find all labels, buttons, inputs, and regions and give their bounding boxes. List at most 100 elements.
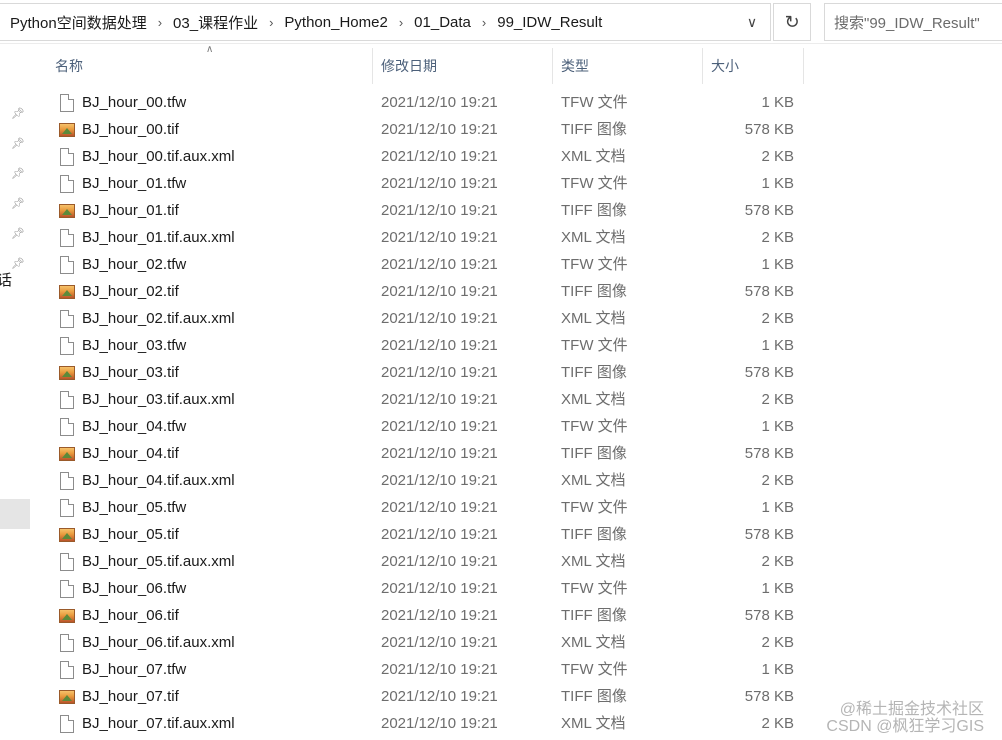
file-name: BJ_hour_02.tif.aux.xml xyxy=(82,310,235,327)
column-header-size[interactable]: 大小 xyxy=(704,48,804,84)
breadcrumb-item[interactable]: 01_Data xyxy=(414,14,471,31)
file-row[interactable]: BJ_hour_03.tfw 2021/12/10 19:21 TFW 文件 1 KB xyxy=(48,332,808,359)
pin-icon[interactable]: 📌︎ xyxy=(11,197,25,211)
chevron-down-icon[interactable]: ∨ xyxy=(734,4,770,40)
file-row[interactable]: BJ_hour_01.tif 2021/12/10 19:21 TIFF 图像 578… xyxy=(48,197,808,224)
pin-icon[interactable]: 📌︎ xyxy=(11,257,25,271)
file-row[interactable]: BJ_hour_02.tif 2021/12/10 19:21 TIFF 图像 578… xyxy=(48,278,808,305)
file-row[interactable]: BJ_hour_00.tfw 2021/12/10 19:21 TFW 文件 1 KB xyxy=(48,89,808,116)
file-row[interactable]: BJ_hour_04.tif 2021/12/10 19:21 TIFF 图像 578… xyxy=(48,440,808,467)
chevron-right-icon[interactable]: › xyxy=(158,15,162,30)
nav-item-selected[interactable] xyxy=(0,499,30,529)
file-row[interactable]: BJ_hour_00.tif.aux.xml 2021/12/10 19:21 XM… xyxy=(48,143,808,170)
chevron-right-icon[interactable]: › xyxy=(482,15,486,30)
address-bar: Python空间数据处理 › 03_课程作业 › Python_Home2 › 01_Dat… xyxy=(0,0,1002,44)
file-modified-date: 2021/12/10 19:21 xyxy=(381,445,498,462)
file-modified-date: 2021/12/10 19:21 xyxy=(381,310,498,327)
file-type: XML 文档 xyxy=(561,310,626,327)
file-modified-date: 2021/12/10 19:21 xyxy=(381,148,498,165)
file-modified-date: 2021/12/10 19:21 xyxy=(381,472,498,489)
file-modified-date: 2021/12/10 19:21 xyxy=(381,256,498,273)
breadcrumb-item[interactable]: Python_Home2 xyxy=(284,14,387,31)
file-row[interactable]: BJ_hour_02.tif.aux.xml 2021/12/10 19:21 XM… xyxy=(48,305,808,332)
refresh-button[interactable]: ↻ xyxy=(773,3,811,41)
column-header-type[interactable]: 类型 xyxy=(554,48,703,84)
file-row[interactable]: BJ_hour_03.tif.aux.xml 2021/12/10 19:21 XM… xyxy=(48,386,808,413)
file-row[interactable]: BJ_hour_07.tfw 2021/12/10 19:21 TFW 文件 1 KB xyxy=(48,656,808,683)
file-type: TFW 文件 xyxy=(561,337,628,354)
file-row[interactable]: BJ_hour_00.tif 2021/12/10 19:21 TIFF 图像 578… xyxy=(48,116,808,143)
image-file-icon xyxy=(59,528,75,542)
document-file-icon xyxy=(60,148,74,166)
file-size: 1 KB xyxy=(761,175,794,192)
watermark-csdn: CSDN @枫狂学习GIS xyxy=(826,718,984,735)
file-type: TFW 文件 xyxy=(561,499,628,516)
file-row[interactable]: BJ_hour_05.tif.aux.xml 2021/12/10 19:21 XM… xyxy=(48,548,808,575)
file-row[interactable]: BJ_hour_02.tfw 2021/12/10 19:21 TFW 文件 1 KB xyxy=(48,251,808,278)
file-modified-date: 2021/12/10 19:21 xyxy=(381,715,498,732)
file-row[interactable]: BJ_hour_01.tfw 2021/12/10 19:21 TFW 文件 1 KB xyxy=(48,170,808,197)
file-size: 2 KB xyxy=(761,310,794,327)
pin-icon[interactable]: 📌︎ xyxy=(11,137,25,151)
document-file-icon xyxy=(60,580,74,598)
file-name: BJ_hour_06.tif.aux.xml xyxy=(82,634,235,651)
document-file-icon xyxy=(60,229,74,247)
column-header-date[interactable]: 修改日期 xyxy=(374,48,553,84)
navigation-pane: 📌︎ 📌︎ 📌︎ 📌︎ 📌︎ 📌︎ 话 xyxy=(0,44,30,740)
breadcrumb-item[interactable]: 99_IDW_Result xyxy=(497,14,602,31)
image-file-icon xyxy=(59,690,75,704)
file-row[interactable]: BJ_hour_07.tif 2021/12/10 19:21 TIFF 图像 578… xyxy=(48,683,808,710)
file-type: TFW 文件 xyxy=(561,418,628,435)
breadcrumb[interactable]: Python空间数据处理 › 03_课程作业 › Python_Home2 › 01_Dat… xyxy=(0,3,771,41)
file-name: BJ_hour_01.tif.aux.xml xyxy=(82,229,235,246)
document-file-icon xyxy=(60,418,74,436)
file-size: 1 KB xyxy=(761,94,794,111)
pin-icon[interactable]: 📌︎ xyxy=(11,107,25,121)
document-file-icon xyxy=(60,175,74,193)
file-list: 名称 ∧ 修改日期 类型 大小 BJ_hour_00.tfw 2021/12/10… xyxy=(48,44,808,740)
file-modified-date: 2021/12/10 19:21 xyxy=(381,418,498,435)
file-row[interactable]: BJ_hour_06.tif 2021/12/10 19:21 TIFF 图像 578… xyxy=(48,602,808,629)
file-name: BJ_hour_05.tif xyxy=(82,526,179,543)
file-row[interactable]: BJ_hour_04.tfw 2021/12/10 19:21 TFW 文件 1 KB xyxy=(48,413,808,440)
breadcrumb-item[interactable]: Python空间数据处理 xyxy=(10,12,147,33)
file-row[interactable]: BJ_hour_04.tif.aux.xml 2021/12/10 19:21 XM… xyxy=(48,467,808,494)
file-row[interactable]: BJ_hour_07.tif.aux.xml 2021/12/10 19:21 XM… xyxy=(48,710,808,737)
pin-icon[interactable]: 📌︎ xyxy=(11,227,25,241)
pin-icon[interactable]: 📌︎ xyxy=(11,167,25,181)
file-row[interactable]: BJ_hour_05.tfw 2021/12/10 19:21 TFW 文件 1 KB xyxy=(48,494,808,521)
column-header-name[interactable]: 名称 ∧ xyxy=(48,44,373,84)
file-modified-date: 2021/12/10 19:21 xyxy=(381,364,498,381)
chevron-right-icon[interactable]: › xyxy=(269,15,273,30)
file-size: 578 KB xyxy=(744,202,794,219)
file-name: BJ_hour_01.tif xyxy=(82,202,179,219)
file-type: TFW 文件 xyxy=(561,175,628,192)
image-file-icon xyxy=(59,123,75,137)
file-modified-date: 2021/12/10 19:21 xyxy=(381,121,498,138)
file-row[interactable]: BJ_hour_01.tif.aux.xml 2021/12/10 19:21 XM… xyxy=(48,224,808,251)
breadcrumb-item[interactable]: 03_课程作业 xyxy=(173,12,258,33)
file-name: BJ_hour_06.tif xyxy=(82,607,179,624)
file-row[interactable]: BJ_hour_05.tif 2021/12/10 19:21 TIFF 图像 578… xyxy=(48,521,808,548)
nav-item-label[interactable]: 话 xyxy=(0,269,12,290)
file-size: 578 KB xyxy=(744,445,794,462)
file-type: TFW 文件 xyxy=(561,661,628,678)
file-size: 1 KB xyxy=(761,499,794,516)
search-input[interactable]: 搜索"99_IDW_Result" xyxy=(824,3,1002,41)
document-file-icon xyxy=(60,634,74,652)
file-size: 578 KB xyxy=(744,688,794,705)
file-modified-date: 2021/12/10 19:21 xyxy=(381,661,498,678)
file-row[interactable]: BJ_hour_03.tif 2021/12/10 19:21 TIFF 图像 578… xyxy=(48,359,808,386)
file-size: 2 KB xyxy=(761,634,794,651)
file-modified-date: 2021/12/10 19:21 xyxy=(381,337,498,354)
column-header-size-label: 大小 xyxy=(711,58,739,74)
document-file-icon xyxy=(60,391,74,409)
file-row[interactable]: BJ_hour_06.tfw 2021/12/10 19:21 TFW 文件 1 KB xyxy=(48,575,808,602)
document-file-icon xyxy=(60,499,74,517)
file-size: 1 KB xyxy=(761,580,794,597)
sort-ascending-icon: ∧ xyxy=(206,44,214,55)
file-type: TIFF 图像 xyxy=(561,688,627,705)
file-row[interactable]: BJ_hour_06.tif.aux.xml 2021/12/10 19:21 XM… xyxy=(48,629,808,656)
chevron-right-icon[interactable]: › xyxy=(399,15,403,30)
file-type: XML 文档 xyxy=(561,715,626,732)
